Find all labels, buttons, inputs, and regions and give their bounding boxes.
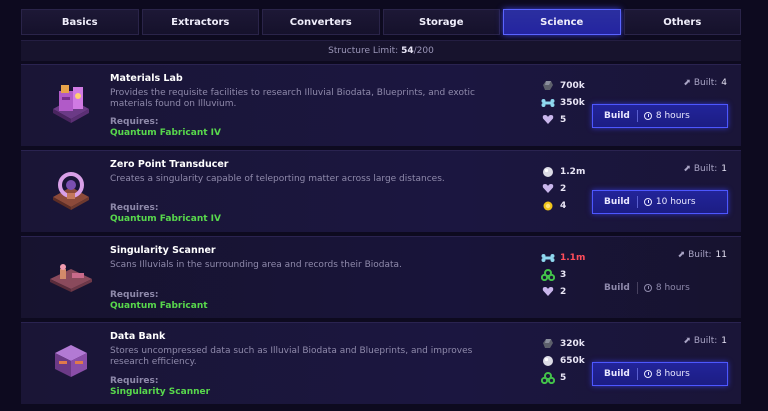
tab-basics[interactable]: Basics (21, 9, 139, 35)
cost-item: 5 (541, 111, 585, 128)
sphere-icon (541, 355, 555, 367)
heart-crystal-icon (541, 286, 555, 298)
sphere-icon (541, 166, 555, 178)
requires-value: Singularity Scanner (110, 387, 211, 397)
built-count: ⬈ Built: 1 (683, 336, 727, 346)
tab-science[interactable]: Science (503, 9, 621, 35)
tab-others[interactable]: Others (623, 9, 741, 35)
build-button[interactable]: Build 10 hours (592, 190, 728, 214)
data-bank-icon (43, 335, 99, 387)
built-count: ⬈ Built: 4 (683, 78, 727, 88)
hammer-icon: ⬈ (683, 78, 691, 88)
gold-coin-icon (541, 200, 555, 212)
structure-row-data-bank: Data Bank Stores uncompressed data such … (21, 322, 741, 404)
clock-icon (643, 284, 652, 292)
requires-label: Requires: (110, 290, 159, 300)
tab-converters[interactable]: Converters (262, 9, 380, 35)
cost-list: 1.2m 2 4 (541, 163, 585, 214)
structure-row-singularity-scanner: Singularity Scanner Scans Illuvials in t… (21, 236, 741, 318)
requires-label: Requires: (110, 117, 159, 127)
heart-crystal-icon (541, 183, 555, 195)
green-cluster-icon (541, 371, 555, 384)
build-time: 10 hours (655, 197, 696, 207)
cost-item: 700k (541, 77, 585, 94)
materials-lab-icon (43, 77, 99, 129)
structure-description: Provides the requisite facilities to res… (110, 88, 475, 109)
structure-row-materials-lab: Materials Lab Provides the requisite fac… (21, 64, 741, 146)
ore-icon (541, 338, 555, 350)
ore-icon (541, 80, 555, 92)
cost-list: 1.1m 3 2 (541, 249, 585, 300)
build-time: 8 hours (655, 283, 690, 293)
cost-list: 700k 350k 5 (541, 77, 585, 128)
build-button[interactable]: Build 8 hours (592, 362, 728, 386)
tab-storage[interactable]: Storage (382, 9, 500, 35)
built-count: ⬈ Built: 11 (677, 250, 727, 260)
requires-value: Quantum Fabricant IV (110, 128, 221, 138)
clock-icon (643, 198, 652, 206)
requires-label: Requires: (110, 203, 159, 213)
structure-title: Data Bank (110, 331, 166, 342)
structure-limit-max: /200 (413, 46, 434, 56)
build-button[interactable]: Build 8 hours (592, 276, 728, 300)
cost-list: 320k 650k 5 (541, 335, 585, 386)
cost-item: 2 (541, 180, 585, 197)
built-count: ⬈ Built: 1 (683, 164, 727, 174)
hammer-icon: ⬈ (683, 164, 691, 174)
cost-item: 1.2m (541, 163, 585, 180)
structure-description: Stores uncompressed data such as Illuvia… (110, 346, 473, 367)
category-tabs: Basics Extractors Converters Storage Sci… (21, 9, 741, 35)
structure-title: Zero Point Transducer (110, 159, 229, 170)
hammer-icon: ⬈ (677, 250, 686, 260)
structure-limit-current: 54 (401, 46, 414, 56)
requires-value: Quantum Fabricant IV (110, 214, 221, 224)
build-label: Build (593, 282, 638, 294)
build-time: 8 hours (655, 111, 690, 121)
clock-icon (643, 370, 652, 378)
clock-icon (643, 112, 652, 120)
scanner-icon (43, 249, 99, 301)
tab-extractors[interactable]: Extractors (141, 9, 259, 35)
cost-item: 1.1m (541, 249, 585, 266)
cost-item: 5 (541, 369, 585, 386)
transducer-icon (43, 163, 99, 215)
green-cluster-icon (541, 268, 555, 281)
build-time: 8 hours (655, 369, 690, 379)
structure-description: Creates a singularity capable of telepor… (110, 174, 445, 184)
cost-item: 320k (541, 335, 585, 352)
cost-item: 2 (541, 283, 585, 300)
cost-item: 350k (541, 94, 585, 111)
cost-item: 4 (541, 197, 585, 214)
cost-item: 650k (541, 352, 585, 369)
structure-title: Singularity Scanner (110, 245, 216, 256)
structure-title: Materials Lab (110, 73, 183, 84)
build-label: Build (593, 110, 638, 122)
structure-limit-label: Structure Limit: (328, 46, 399, 56)
structure-row-zero-point-transducer: Zero Point Transducer Creates a singular… (21, 150, 741, 232)
bone-icon (541, 252, 555, 264)
build-label: Build (593, 196, 638, 208)
heart-crystal-icon (541, 114, 555, 126)
structure-description: Scans Illuvials in the surrounding area … (110, 260, 402, 270)
build-button[interactable]: Build 8 hours (592, 104, 728, 128)
requires-value: Quantum Fabricant (110, 301, 208, 311)
bone-icon (541, 97, 555, 109)
cost-item: 3 (541, 266, 585, 283)
hammer-icon: ⬈ (683, 336, 691, 346)
structure-limit: Structure Limit: 54/200 (21, 40, 741, 61)
requires-label: Requires: (110, 376, 159, 386)
build-label: Build (593, 368, 638, 380)
